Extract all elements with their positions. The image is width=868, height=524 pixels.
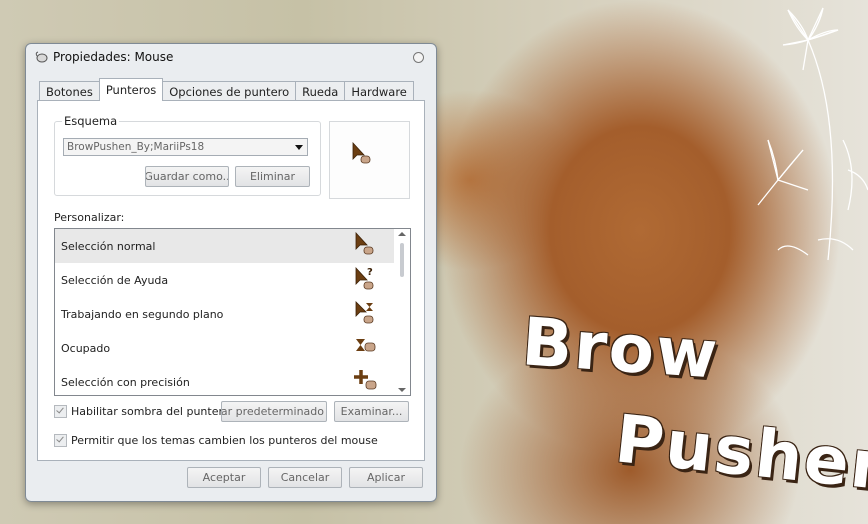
list-item-label: Selección normal bbox=[61, 239, 156, 253]
wallpaper-title-line1: Brow bbox=[519, 303, 722, 394]
shadow-checkbox-row[interactable]: Habilitar sombra del puntero bbox=[54, 405, 229, 418]
mouse-icon bbox=[35, 51, 48, 63]
lily-illustration bbox=[757, 7, 868, 261]
scroll-up-icon[interactable] bbox=[398, 232, 406, 236]
list-item[interactable]: Selección con precisión bbox=[55, 365, 394, 395]
wallpaper-title-line2: Pushen bbox=[611, 400, 868, 507]
chevron-down-icon[interactable] bbox=[295, 145, 303, 150]
scheme-dropdown[interactable]: BrowPushen_By;MariiPs18 bbox=[63, 138, 308, 156]
list-item[interactable]: Selección normal bbox=[55, 229, 394, 263]
help-cursor-icon: ? bbox=[355, 266, 374, 290]
apply-button[interactable]: Aplicar bbox=[349, 467, 423, 488]
tab-opciones-de-puntero[interactable]: Opciones de puntero bbox=[162, 81, 297, 101]
arrow-cursor-icon bbox=[352, 142, 371, 164]
close-button[interactable] bbox=[413, 52, 424, 63]
arrow-cursor-icon bbox=[355, 232, 374, 255]
cursor-preview bbox=[329, 121, 410, 199]
themes-checkbox-label: Permitir que los temas cambien los punte… bbox=[71, 434, 378, 447]
tab-strip: Botones Punteros Opciones de puntero Rue… bbox=[39, 78, 414, 101]
save-as-button[interactable]: Guardar como.. bbox=[145, 166, 229, 187]
tab-botones[interactable]: Botones bbox=[39, 81, 100, 101]
tab-rueda[interactable]: Rueda bbox=[295, 81, 346, 101]
delete-button[interactable]: Eliminar bbox=[235, 166, 310, 187]
hourglass-cursor-icon bbox=[356, 339, 376, 352]
list-item-label: Trabajando en segundo plano bbox=[61, 307, 224, 321]
title-bar[interactable]: Propiedades: Mouse bbox=[26, 44, 436, 70]
shadow-checkbox[interactable] bbox=[54, 405, 67, 418]
list-item-label: Ocupado bbox=[61, 341, 111, 355]
use-default-button[interactable]: Usar predeterminado bbox=[221, 401, 327, 422]
themes-checkbox[interactable] bbox=[54, 434, 67, 447]
scheme-legend: Esquema bbox=[62, 114, 120, 128]
themes-checkbox-row[interactable]: Permitir que los temas cambien los punte… bbox=[54, 434, 378, 447]
list-item[interactable]: Selección de Ayuda ? bbox=[55, 263, 394, 297]
scheme-group: Esquema BrowPushen_By;MariiPs18 Guardar … bbox=[54, 114, 321, 196]
svg-text:?: ? bbox=[367, 267, 373, 278]
scheme-selected-value: BrowPushen_By;MariiPs18 bbox=[67, 141, 205, 153]
customize-label: Personalizar: bbox=[54, 211, 125, 224]
window-title: Propiedades: Mouse bbox=[53, 50, 174, 64]
working-cursor-icon bbox=[355, 301, 374, 324]
list-item[interactable]: Ocupado bbox=[55, 331, 394, 365]
list-item[interactable]: Trabajando en segundo plano bbox=[55, 297, 394, 331]
scroll-thumb[interactable] bbox=[400, 243, 404, 277]
cancel-button[interactable]: Cancelar bbox=[268, 467, 342, 488]
crosshair-cursor-icon bbox=[354, 370, 377, 390]
tab-punteros[interactable]: Punteros bbox=[98, 78, 164, 101]
browse-button[interactable]: Examinar... bbox=[334, 401, 409, 422]
scroll-down-icon[interactable] bbox=[398, 388, 406, 392]
cursor-list[interactable]: Selección normal Selección de Ayuda ? Tr… bbox=[54, 228, 411, 396]
tab-hardware[interactable]: Hardware bbox=[344, 81, 414, 101]
accept-button[interactable]: Aceptar bbox=[187, 467, 261, 488]
mouse-properties-window: Propiedades: Mouse Botones Punteros Opci… bbox=[25, 43, 437, 502]
pointers-panel: Esquema BrowPushen_By;MariiPs18 Guardar … bbox=[37, 100, 425, 461]
list-item-label: Selección con precisión bbox=[61, 375, 190, 389]
shadow-checkbox-label: Habilitar sombra del puntero bbox=[71, 405, 230, 418]
list-item-label: Selección de Ayuda bbox=[61, 273, 169, 287]
list-scrollbar[interactable] bbox=[395, 229, 410, 395]
